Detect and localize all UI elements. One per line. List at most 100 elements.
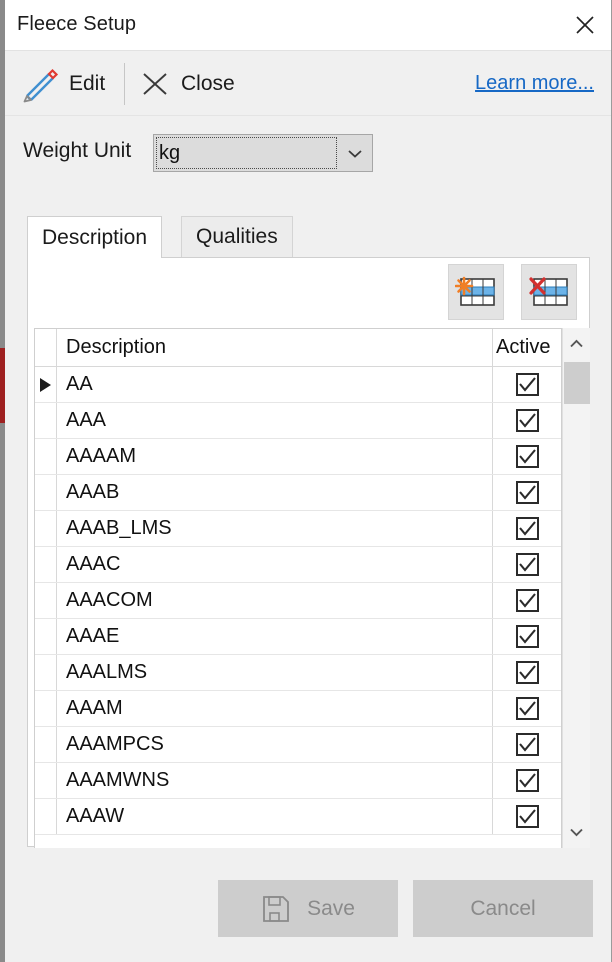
- active-checkbox[interactable]: [515, 409, 539, 432]
- row-description-cell[interactable]: AAACOM: [57, 583, 493, 618]
- window-close-button[interactable]: [559, 0, 611, 50]
- row-selector-cell[interactable]: [35, 691, 57, 726]
- row-selector-cell[interactable]: [35, 547, 57, 582]
- table-row[interactable]: AAA: [35, 403, 561, 439]
- table-row[interactable]: AAAW: [35, 799, 561, 835]
- row-description-cell[interactable]: AAAM: [57, 691, 493, 726]
- weight-unit-dropdown[interactable]: kg: [153, 134, 373, 172]
- table-row[interactable]: AAACOM: [35, 583, 561, 619]
- row-active-cell[interactable]: [493, 583, 561, 618]
- cancel-button-label: Cancel: [470, 896, 536, 920]
- row-active-cell[interactable]: [493, 799, 561, 834]
- table-row[interactable]: AAAMPCS: [35, 727, 561, 763]
- row-active-cell[interactable]: [493, 367, 561, 402]
- row-description-cell[interactable]: AAAMWNS: [57, 763, 493, 798]
- row-selector-cell[interactable]: [35, 619, 57, 654]
- row-description-cell[interactable]: AAAC: [57, 547, 493, 582]
- active-checkbox[interactable]: [515, 733, 539, 756]
- row-selector-cell[interactable]: [35, 799, 57, 834]
- delete-row-button[interactable]: [521, 264, 577, 320]
- table-row[interactable]: AAAM: [35, 691, 561, 727]
- command-bar-separator: [124, 63, 125, 105]
- row-selector-cell[interactable]: [35, 763, 57, 798]
- row-active-cell[interactable]: [493, 475, 561, 510]
- weight-unit-value[interactable]: kg: [154, 135, 339, 171]
- row-description-cell[interactable]: AAAB: [57, 475, 493, 510]
- active-checkbox[interactable]: [515, 697, 539, 720]
- row-description-cell[interactable]: AAAMPCS: [57, 727, 493, 762]
- checkmark-icon: [518, 664, 536, 680]
- row-description-cell[interactable]: AAAB_LMS: [57, 511, 493, 546]
- table-row[interactable]: AAAC: [35, 547, 561, 583]
- row-active-cell[interactable]: [493, 619, 561, 654]
- save-button-label: Save: [307, 896, 355, 920]
- active-checkbox[interactable]: [515, 625, 539, 648]
- cancel-button[interactable]: Cancel: [413, 880, 593, 937]
- table-row[interactable]: AAAMWNS: [35, 763, 561, 799]
- description-tab-panel: Description Active AA AAA AAAAM AAAB AAAB_LM…: [27, 257, 590, 848]
- row-description-cell[interactable]: AAALMS: [57, 655, 493, 690]
- row-description-cell[interactable]: AAAAM: [57, 439, 493, 474]
- save-button[interactable]: Save: [218, 880, 398, 937]
- active-checkbox[interactable]: [515, 553, 539, 576]
- row-active-cell[interactable]: [493, 727, 561, 762]
- row-description-cell[interactable]: AAAE: [57, 619, 493, 654]
- active-checkbox[interactable]: [515, 589, 539, 612]
- active-checkbox[interactable]: [515, 373, 539, 396]
- row-active-cell[interactable]: [493, 439, 561, 474]
- table-row[interactable]: AAAAM: [35, 439, 561, 475]
- screen: Fleece Setup Edit Close Learn more... We…: [0, 0, 612, 962]
- active-checkbox[interactable]: [515, 805, 539, 828]
- row-description-cell[interactable]: AA: [57, 367, 493, 402]
- row-selector-cell[interactable]: [35, 583, 57, 618]
- row-active-cell[interactable]: [493, 655, 561, 690]
- active-checkbox[interactable]: [515, 769, 539, 792]
- row-active-cell[interactable]: [493, 691, 561, 726]
- add-row-button[interactable]: [448, 264, 504, 320]
- edit-button[interactable]: Edit: [19, 51, 105, 116]
- checkmark-icon: [518, 448, 536, 464]
- checkmark-icon: [518, 520, 536, 536]
- active-checkbox[interactable]: [515, 445, 539, 468]
- row-selector-cell[interactable]: [35, 403, 57, 438]
- weight-unit-row: Weight Unit kg: [5, 117, 611, 197]
- row-active-cell[interactable]: [493, 403, 561, 438]
- row-selector-cell[interactable]: [35, 655, 57, 690]
- table-row[interactable]: AAALMS: [35, 655, 561, 691]
- scrollbar-thumb[interactable]: [564, 362, 590, 404]
- grid-vertical-scrollbar[interactable]: [562, 328, 590, 848]
- fleece-description-grid[interactable]: Description Active AA AAA AAAAM AAAB AAAB_LM…: [34, 328, 562, 848]
- row-selector-cell[interactable]: [35, 439, 57, 474]
- table-row[interactable]: AAAB: [35, 475, 561, 511]
- chevron-down-icon: [570, 828, 583, 837]
- delete-row-icon: [529, 277, 568, 306]
- weight-unit-dropdown-toggle[interactable]: [338, 135, 372, 171]
- row-selector-cell[interactable]: [35, 727, 57, 762]
- grid-header-description[interactable]: Description: [57, 329, 493, 366]
- active-checkbox[interactable]: [515, 661, 539, 684]
- checkmark-icon: [518, 412, 536, 428]
- scroll-down-button[interactable]: [563, 816, 590, 848]
- row-selector-cell[interactable]: [35, 511, 57, 546]
- weight-unit-label: Weight Unit: [23, 139, 132, 162]
- close-command-button[interactable]: Close: [139, 51, 235, 116]
- row-active-cell[interactable]: [493, 511, 561, 546]
- row-active-cell[interactable]: [493, 547, 561, 582]
- table-row[interactable]: AA: [35, 367, 561, 403]
- tab-description[interactable]: Description: [27, 216, 163, 258]
- title-bar: Fleece Setup: [5, 0, 611, 51]
- scroll-up-button[interactable]: [563, 328, 590, 360]
- table-row[interactable]: AAAE: [35, 619, 561, 655]
- row-active-cell[interactable]: [493, 763, 561, 798]
- table-row[interactable]: AAAB_LMS: [35, 511, 561, 547]
- active-checkbox[interactable]: [515, 481, 539, 504]
- grid-header-active[interactable]: Active: [493, 329, 561, 366]
- active-checkbox[interactable]: [515, 517, 539, 540]
- tab-qualities[interactable]: Qualities: [181, 216, 293, 258]
- row-description-cell[interactable]: AAAW: [57, 799, 493, 834]
- row-selector-cell[interactable]: [35, 475, 57, 510]
- learn-more-link[interactable]: Learn more...: [475, 72, 594, 95]
- row-selector-cell[interactable]: [35, 367, 57, 402]
- chevron-up-icon: [570, 339, 583, 348]
- row-description-cell[interactable]: AAA: [57, 403, 493, 438]
